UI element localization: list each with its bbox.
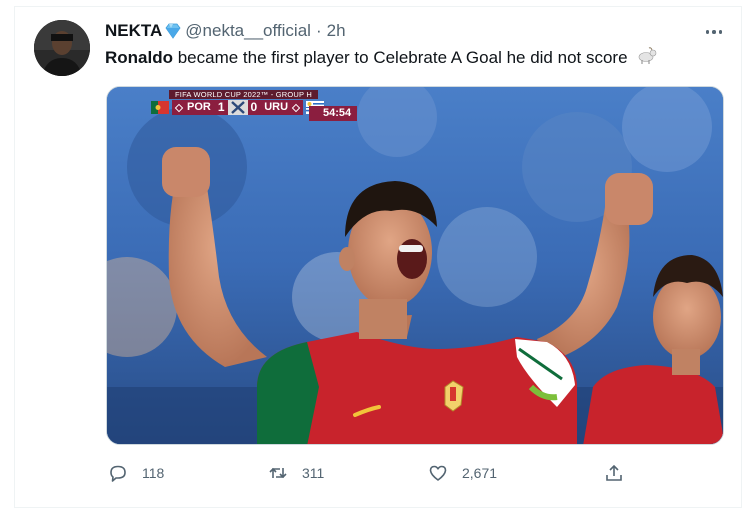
tweet-image[interactable]: FIFA WORLD CUP 2022™ - GROUP H POR 1 0 U… <box>106 86 724 445</box>
team-crest-icon <box>174 103 184 112</box>
retweet-icon <box>269 467 287 479</box>
avatar-photo <box>34 20 90 76</box>
like-button[interactable]: 2,671 <box>428 458 497 488</box>
diamond-verified-icon <box>165 23 181 39</box>
competition-label: FIFA WORLD CUP 2022™ - GROUP H <box>169 90 319 99</box>
home-team-label: POR <box>187 101 211 113</box>
action-bar: 118 311 2,671 <box>0 458 750 488</box>
tweet-text: Ronaldo became the first player to Celeb… <box>105 47 658 68</box>
match-clock: 54:54 <box>309 106 358 121</box>
score-row: POR 1 0 URU <box>151 100 325 115</box>
heart-icon <box>429 465 447 481</box>
portugal-flag-icon <box>151 101 169 114</box>
share-button[interactable] <box>604 458 624 488</box>
tweet-header: NEKTA @nekta__official · 2h <box>105 21 346 41</box>
more-options-icon[interactable] <box>703 22 725 42</box>
share-icon <box>606 464 622 481</box>
away-score: 0 <box>247 100 261 115</box>
celebration-photo <box>107 87 723 444</box>
tweet-text-bold: Ronaldo <box>105 48 173 67</box>
home-score: 1 <box>214 100 228 115</box>
like-count: 2,671 <box>462 465 498 481</box>
reply-button[interactable]: 118 <box>108 458 164 488</box>
reply-icon <box>110 465 126 482</box>
ball-icon <box>227 100 248 115</box>
reply-count: 118 <box>142 465 165 481</box>
avatar[interactable] <box>34 20 90 76</box>
scoreboard: FIFA WORLD CUP 2022™ - GROUP H POR 1 0 U… <box>151 90 377 124</box>
home-team: POR <box>172 100 215 115</box>
retweet-count: 311 <box>302 465 325 481</box>
user-handle[interactable]: @nekta__official <box>185 21 311 41</box>
away-team: URU <box>260 100 304 115</box>
goat-emoji <box>638 47 657 64</box>
tweet-text-body: became the first player to Celebrate A G… <box>173 48 628 67</box>
retweet-button[interactable]: 311 <box>268 458 324 488</box>
display-name[interactable]: NEKTA <box>105 21 162 41</box>
away-team-label: URU <box>264 101 289 113</box>
separator-dot: · <box>315 21 322 40</box>
team-crest-icon <box>291 103 301 112</box>
timestamp[interactable]: 2h <box>327 21 346 41</box>
